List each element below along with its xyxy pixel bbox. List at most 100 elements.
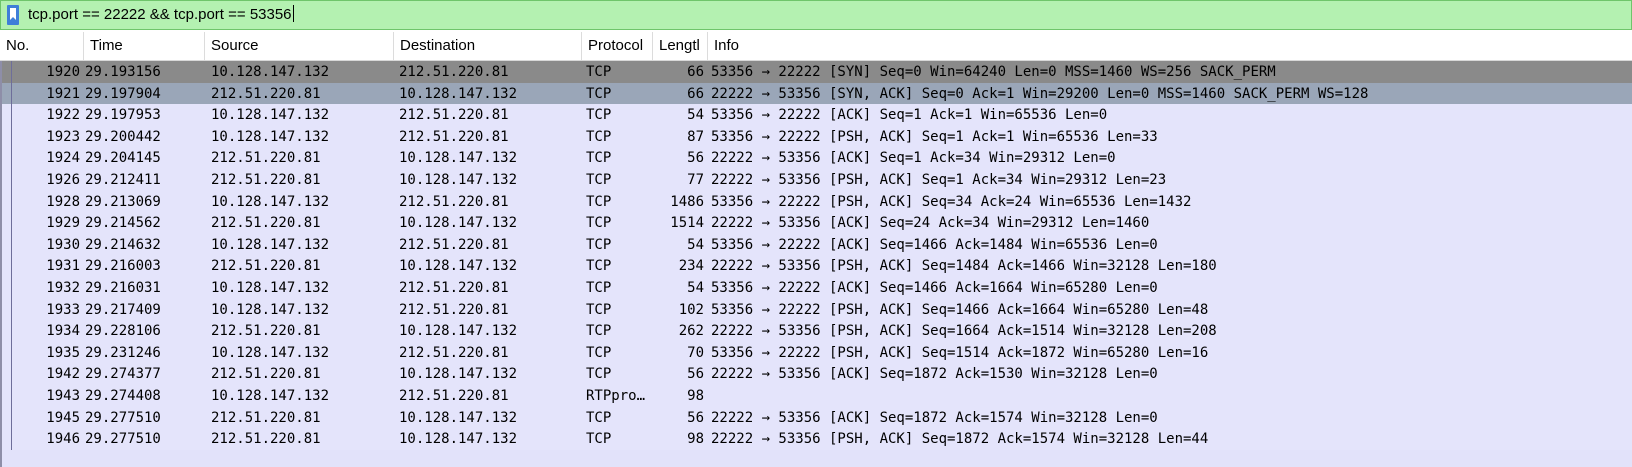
packet-length: 262 <box>678 323 704 340</box>
packet-no: 1943 <box>46 388 80 404</box>
packet-info: 53356 → 22222 [ACK] Seq=1466 Ack=1484 Wi… <box>711 236 1158 253</box>
packet-source: 10.128.147.132 <box>211 193 330 210</box>
packet-no: 1942 <box>46 366 80 383</box>
packet-source: 10.128.147.132 <box>211 301 330 318</box>
packet-destination: 10.128.147.132 <box>399 366 518 383</box>
column-header-protocol[interactable]: Protocol <box>582 32 653 60</box>
packet-source: 212.51.220.81 <box>211 85 321 102</box>
packet-row[interactable]: 1935 29.231246 10.128.147.132 212.51.220.81… <box>0 341 1632 364</box>
packet-time: 29.228106 <box>85 323 161 340</box>
packet-length: 66 <box>687 85 704 102</box>
packet-time: 29.193156 <box>85 64 161 80</box>
bookmark-icon[interactable] <box>6 4 20 26</box>
packet-source: 10.128.147.132 <box>211 128 330 145</box>
packet-time: 29.231246 <box>85 344 161 361</box>
column-header-destination[interactable]: Destination <box>394 32 582 60</box>
packet-destination: 10.128.147.132 <box>399 172 518 188</box>
packet-info: 53356 → 22222 [ACK] Seq=1 Ack=1 Win=6553… <box>711 107 1108 124</box>
packet-time: 29.214632 <box>85 236 161 253</box>
packet-info: 53356 → 22222 [SYN] Seq=0 Win=64240 Len=… <box>711 64 1276 80</box>
packet-row[interactable]: 1924 29.204145 212.51.220.81 10.128.147.132… <box>0 147 1632 170</box>
packet-time: 29.277510 <box>85 409 161 426</box>
packet-row[interactable]: 1922 29.197953 10.128.147.132 212.51.220.81… <box>0 104 1632 127</box>
packet-row[interactable]: 1928 29.213069 10.128.147.132 212.51.220.81… <box>0 190 1632 213</box>
packet-length: 54 <box>687 107 704 124</box>
packet-destination: 10.128.147.132 <box>399 258 518 275</box>
packet-row[interactable]: 1931 29.216003 212.51.220.81 10.128.147.132… <box>0 255 1632 278</box>
packet-row[interactable]: 1942 29.274377 212.51.220.81 10.128.147.132… <box>0 363 1632 386</box>
packet-destination: 212.51.220.81 <box>399 388 509 404</box>
packet-no: 1932 <box>46 280 80 296</box>
packet-time: 29.204145 <box>85 150 161 167</box>
packet-source: 212.51.220.81 <box>211 258 321 275</box>
packet-row[interactable]: 1929 29.214562 212.51.220.81 10.128.147.132… <box>0 212 1632 235</box>
packet-row[interactable]: 1926 29.212411 212.51.220.81 10.128.147.132… <box>0 169 1632 191</box>
packet-row[interactable]: 1945 29.277510 212.51.220.81 10.128.147.132… <box>0 406 1632 429</box>
packet-info: 22222 → 53356 [PSH, ACK] Seq=1664 Ack=15… <box>711 323 1217 340</box>
packet-source: 212.51.220.81 <box>211 409 321 426</box>
packet-time: 29.217409 <box>85 301 161 318</box>
packet-source: 10.128.147.132 <box>211 107 330 124</box>
packet-source: 10.128.147.132 <box>211 64 330 80</box>
packet-destination: 10.128.147.132 <box>399 323 518 340</box>
packet-row[interactable]: 1934 29.228106 212.51.220.81 10.128.147.132… <box>0 320 1632 343</box>
packet-row[interactable]: 1923 29.200442 10.128.147.132 212.51.220.81… <box>0 125 1632 148</box>
packet-time: 29.197904 <box>85 85 161 102</box>
packet-info: 22222 → 53356 [ACK] Seq=1 Ack=34 Win=293… <box>711 150 1116 167</box>
packet-row[interactable]: 1921 29.197904 212.51.220.81 10.128.147.132… <box>0 82 1632 105</box>
packet-no: 1931 <box>46 258 80 275</box>
packet-length: 98 <box>687 431 704 448</box>
packet-source: 10.128.147.132 <box>211 280 330 296</box>
column-header-info[interactable]: Info <box>708 32 1632 60</box>
packet-time: 29.214562 <box>85 215 161 232</box>
packet-destination: 10.128.147.132 <box>399 150 518 167</box>
packet-info: 22222 → 53356 [ACK] Seq=24 Ack=34 Win=29… <box>711 215 1150 232</box>
packet-length: 70 <box>687 344 704 361</box>
column-header-no[interactable]: No. <box>0 32 84 60</box>
packet-length: 1486 <box>670 193 704 210</box>
packet-time: 29.197953 <box>85 107 161 124</box>
packet-row[interactable]: 1943 29.274408 10.128.147.132 212.51.220.81… <box>0 385 1632 407</box>
packet-no: 1946 <box>46 431 80 448</box>
packet-source: 10.128.147.132 <box>211 344 330 361</box>
packet-info: 22222 → 53356 [ACK] Seq=1872 Ack=1530 Wi… <box>711 366 1158 383</box>
display-filter-bar: tcp.port == 22222 && tcp.port == 53356 <box>0 0 1632 30</box>
packet-info: 53356 → 22222 [PSH, ACK] Seq=1 Ack=1 Win… <box>711 128 1158 145</box>
packet-time: 29.200442 <box>85 128 161 145</box>
packet-time: 29.212411 <box>85 172 161 188</box>
packet-time: 29.213069 <box>85 193 161 210</box>
packet-destination: 212.51.220.81 <box>399 301 509 318</box>
packet-info: 53356 → 22222 [PSH, ACK] Seq=1466 Ack=16… <box>711 301 1209 318</box>
packet-length: 56 <box>687 366 704 383</box>
packet-row[interactable]: 1920 29.193156 10.128.147.132 212.51.220.81… <box>0 61 1632 83</box>
filter-text: tcp.port == 22222 && tcp.port == 53356 <box>28 6 292 23</box>
packet-length: 102 <box>678 301 704 318</box>
packet-row[interactable]: 1946 29.277510 212.51.220.81 10.128.147.132… <box>0 428 1632 451</box>
text-caret <box>292 5 294 22</box>
packet-time: 29.274377 <box>85 366 161 383</box>
packet-info: 22222 → 53356 [PSH, ACK] Seq=1 Ack=34 Wi… <box>711 172 1167 188</box>
packet-info: 53356 → 22222 [PSH, ACK] Seq=34 Ack=24 W… <box>711 193 1192 210</box>
column-header-length[interactable]: Lengtl <box>653 32 708 60</box>
packet-source: 212.51.220.81 <box>211 323 321 340</box>
packet-length: 77 <box>687 172 704 188</box>
packet-destination: 212.51.220.81 <box>399 280 509 296</box>
packet-no: 1921 <box>46 85 80 102</box>
packet-length: 87 <box>687 128 704 145</box>
packet-no: 1934 <box>46 323 80 340</box>
packet-no: 1929 <box>46 215 80 232</box>
packet-row[interactable]: 1933 29.217409 10.128.147.132 212.51.220.81… <box>0 298 1632 321</box>
packet-no: 1924 <box>46 150 80 167</box>
packet-destination: 10.128.147.132 <box>399 431 518 448</box>
display-filter-input[interactable]: tcp.port == 22222 && tcp.port == 53356 <box>28 5 294 25</box>
packet-time: 29.216031 <box>85 280 161 296</box>
column-header-time[interactable]: Time <box>84 32 205 60</box>
packet-row[interactable]: 1930 29.214632 10.128.147.132 212.51.220.81… <box>0 233 1632 256</box>
column-header-source[interactable]: Source <box>205 32 394 60</box>
packet-row[interactable]: 1932 29.216031 10.128.147.132 212.51.220.81… <box>0 277 1632 299</box>
packet-length: 56 <box>687 150 704 167</box>
packet-source: 10.128.147.132 <box>211 388 330 404</box>
packet-destination: 10.128.147.132 <box>399 215 518 232</box>
packet-no: 1945 <box>46 409 80 426</box>
packet-length: 66 <box>687 64 704 80</box>
